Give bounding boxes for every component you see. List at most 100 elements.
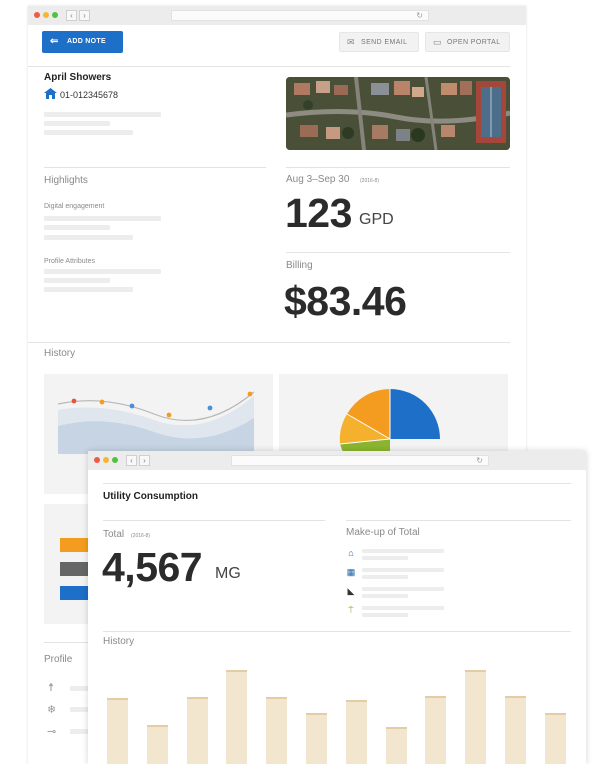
placeholder-line bbox=[44, 269, 161, 274]
data-point bbox=[247, 391, 253, 397]
reload-icon[interactable]: ↻ bbox=[416, 11, 423, 21]
data-point bbox=[166, 412, 172, 418]
divider bbox=[103, 483, 571, 484]
envelope-icon: ✉ bbox=[347, 37, 355, 47]
placeholder-line bbox=[70, 686, 88, 691]
history-bar bbox=[386, 727, 407, 764]
faucet-icon: ◣ bbox=[347, 586, 355, 596]
history-bar bbox=[266, 697, 287, 764]
placeholder-line bbox=[44, 235, 133, 240]
billing-label: Billing bbox=[286, 260, 313, 271]
window-title: Utility Consumption bbox=[103, 491, 198, 502]
back-arrow-icon[interactable]: ‹ bbox=[66, 10, 77, 21]
faucet-icon: ⊸ bbox=[47, 726, 57, 738]
digital-engagement-label: Digital engagement bbox=[44, 203, 105, 210]
minimize-window-button[interactable] bbox=[43, 12, 49, 18]
utility-consumption-window: ‹ › ↻ Utility Consumption Total (2016-8)… bbox=[88, 451, 586, 764]
minimize-window-button[interactable] bbox=[103, 457, 109, 463]
divider bbox=[103, 631, 571, 632]
data-point bbox=[99, 399, 105, 405]
total-value: 4,567 bbox=[102, 544, 203, 590]
history-bar bbox=[306, 713, 327, 764]
note-icon: ⇐ bbox=[50, 36, 59, 47]
placeholder-line bbox=[44, 225, 110, 230]
forward-arrow-icon[interactable]: › bbox=[79, 10, 90, 21]
send-email-button[interactable]: ✉ SEND EMAIL bbox=[339, 32, 419, 52]
address-bar[interactable]: ↻ bbox=[171, 10, 429, 21]
placeholder-line bbox=[362, 549, 444, 553]
placeholder-line bbox=[44, 278, 110, 283]
placeholder-line bbox=[362, 568, 444, 572]
open-portal-button[interactable]: ▭ OPEN PORTAL bbox=[425, 32, 510, 52]
divider bbox=[28, 342, 510, 343]
forward-arrow-icon[interactable]: › bbox=[139, 455, 150, 466]
placeholder-line bbox=[362, 587, 444, 591]
history-bar bbox=[545, 713, 566, 764]
close-window-button[interactable] bbox=[34, 12, 40, 18]
usage-value: 123 bbox=[285, 190, 352, 236]
account-name: April Showers bbox=[44, 72, 112, 83]
address-bar[interactable]: ↻ bbox=[231, 455, 489, 466]
history-bar bbox=[505, 696, 526, 764]
browser-titlebar: ‹ › ↻ bbox=[88, 451, 586, 470]
pie-slice bbox=[390, 389, 440, 439]
building-icon: ▦ bbox=[346, 567, 356, 577]
divider bbox=[286, 252, 510, 253]
history-bar-chart bbox=[103, 657, 573, 764]
house-icon: ⌂ bbox=[348, 548, 354, 558]
divider bbox=[44, 167, 266, 168]
add-note-button[interactable]: ⇐ ADD NOTE bbox=[42, 31, 123, 53]
profile-attributes-label: Profile Attributes bbox=[44, 258, 95, 265]
history-pie-chart bbox=[279, 374, 508, 454]
data-point bbox=[129, 403, 135, 409]
house-icon bbox=[44, 88, 57, 99]
makeup-title: Make-up of Total bbox=[346, 527, 420, 538]
placeholder-line bbox=[44, 216, 161, 221]
placeholder-line bbox=[362, 613, 408, 617]
monitor-icon: ▭ bbox=[433, 37, 442, 47]
total-unit: MG bbox=[215, 565, 241, 582]
placeholder-line bbox=[44, 121, 110, 126]
placeholder-line bbox=[362, 594, 408, 598]
total-label: Total bbox=[103, 529, 125, 540]
data-point bbox=[71, 398, 77, 404]
usage-unit: GPD bbox=[359, 211, 394, 228]
history-bar bbox=[346, 700, 367, 764]
history-bar bbox=[147, 725, 168, 764]
placeholder-line bbox=[70, 707, 88, 712]
placeholder-line bbox=[362, 556, 408, 560]
placeholder-line bbox=[362, 575, 408, 579]
pie-chart-graphic bbox=[339, 389, 440, 454]
history-title: History bbox=[103, 636, 135, 647]
usage-period-note: (2016-8) bbox=[360, 178, 379, 184]
maximize-window-button[interactable] bbox=[112, 457, 118, 463]
person-icon: ☨ bbox=[48, 682, 54, 694]
billing-amount: $83.46 bbox=[284, 278, 407, 324]
browser-titlebar: ‹ › ↻ bbox=[28, 6, 526, 25]
profile-title: Profile bbox=[44, 654, 73, 665]
placeholder-line bbox=[44, 130, 133, 135]
usage-period: Aug 3–Sep 30 bbox=[286, 174, 350, 185]
close-window-button[interactable] bbox=[94, 457, 100, 463]
sprinkler-icon: ⍑ bbox=[348, 605, 354, 615]
history-title: History bbox=[44, 348, 76, 359]
history-bar bbox=[425, 696, 446, 764]
history-bar bbox=[226, 670, 247, 764]
data-point bbox=[207, 405, 213, 411]
divider bbox=[103, 520, 325, 521]
divider bbox=[286, 167, 510, 168]
placeholder-line bbox=[70, 729, 88, 734]
back-arrow-icon[interactable]: ‹ bbox=[126, 455, 137, 466]
history-bar bbox=[107, 698, 128, 764]
history-bar bbox=[465, 670, 486, 764]
aerial-map-image bbox=[286, 77, 510, 150]
divider bbox=[346, 520, 571, 521]
snowflake-icon: ❄ bbox=[47, 704, 57, 716]
history-bar bbox=[187, 697, 208, 764]
maximize-window-button[interactable] bbox=[52, 12, 58, 18]
placeholder-line bbox=[44, 287, 133, 292]
reload-icon[interactable]: ↻ bbox=[476, 456, 483, 466]
placeholder-line bbox=[44, 112, 161, 117]
account-id: 01-012345678 bbox=[60, 90, 119, 100]
divider bbox=[28, 66, 510, 67]
